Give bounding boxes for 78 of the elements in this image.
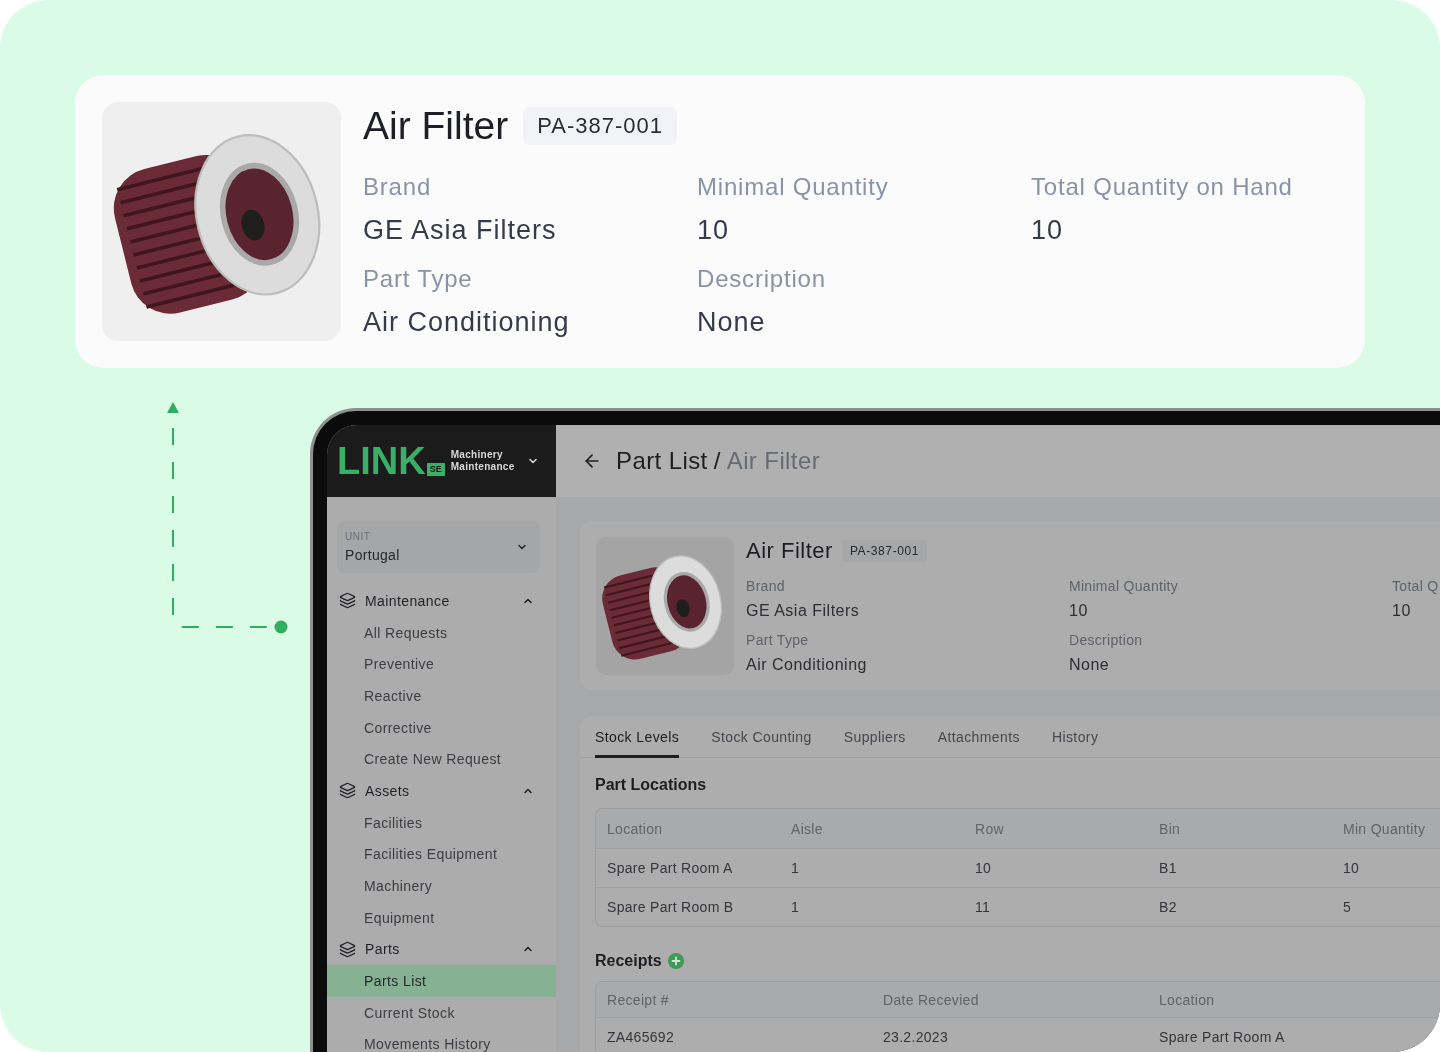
table-cell-text: Spare Part Room A [606, 860, 734, 876]
nav-item[interactable]: All Requests [327, 616, 556, 649]
table-cell-text: 10 [974, 860, 993, 876]
breadcrumb-current: Air Filter [726, 447, 821, 475]
field-value: 10 [1031, 214, 1065, 247]
field-value: Air Conditioning [363, 306, 571, 339]
nav-item[interactable]: Corrective [327, 711, 556, 744]
field-value: Air Conditioning [746, 655, 868, 675]
table-cell-text: 5 [1342, 899, 1353, 915]
section-title: Receipts [595, 951, 662, 971]
tab[interactable]: Stock Levels [595, 716, 680, 758]
field-label: Brand [746, 577, 786, 595]
column-header: Min Quantity [1342, 820, 1427, 837]
part-code-badge: PA-387-001 [841, 540, 928, 562]
column-header: Location [1158, 991, 1216, 1008]
nav-item[interactable]: Create New Request [327, 743, 556, 776]
layers-icon [339, 782, 356, 800]
field-label: Description [1069, 631, 1144, 649]
field-label: Description [697, 264, 827, 294]
field-label: Part Type [363, 264, 474, 294]
nav-item[interactable]: Parts List [327, 965, 556, 997]
field-label: Total Q [1392, 577, 1440, 595]
tab[interactable]: History [1051, 716, 1099, 758]
table-cell-text: Spare Part Room A [1158, 1029, 1286, 1045]
field-label: Brand [363, 172, 433, 202]
nav-item[interactable]: Reactive [327, 680, 556, 712]
column-header: Bin [1158, 820, 1182, 837]
part-title: Air Filter [363, 104, 509, 148]
field-value: GE Asia Filters [746, 601, 861, 621]
breadcrumb-separator: / [713, 447, 721, 475]
layers-icon [339, 940, 356, 958]
field-value: 10 [1069, 601, 1089, 621]
field-label: Minimal Quantity [1069, 577, 1180, 595]
field-label: Total Quantity on Hand [1031, 172, 1294, 202]
field-label: Part Type [746, 631, 810, 649]
column-header: Location [606, 820, 664, 837]
nav-group[interactable]: Parts [327, 933, 556, 966]
plus-circle-icon[interactable] [667, 953, 684, 969]
nav-item[interactable]: Facilities Equipment [327, 838, 556, 871]
nav-item[interactable]: Facilities [327, 806, 556, 839]
column-header: Aisle [790, 820, 824, 837]
logo-wordmark: LINK [337, 446, 426, 476]
column-header: Date Recevied [882, 991, 980, 1008]
field-value: GE Asia Filters [363, 214, 558, 247]
field-value: 10 [1392, 601, 1412, 621]
table-cell-text: Spare Part Room B [606, 899, 735, 915]
workspace-switcher[interactable]: Machinery Maintenance [450, 449, 539, 473]
field-value: 10 [697, 214, 731, 247]
field-value: None [1069, 655, 1111, 675]
nav-item[interactable]: Movements History [327, 1028, 556, 1052]
table-cell-text: 10 [1342, 860, 1361, 876]
table-cell-text: 11 [974, 899, 992, 915]
table-cell-text: ZA465692 [606, 1029, 675, 1045]
nav-item[interactable]: Machinery [327, 870, 556, 902]
table-cell-text: 1 [790, 899, 801, 915]
tab[interactable]: Attachments [937, 716, 1020, 758]
tab[interactable]: Stock Counting [711, 716, 812, 758]
logo-badge: SE [426, 463, 445, 476]
nav-item[interactable]: Equipment [327, 901, 556, 934]
table-cell-text: B1 [1158, 860, 1178, 876]
column-header: Receipt # [606, 991, 670, 1008]
table-cell-text: B2 [1158, 899, 1178, 915]
part-code-badge: PA-387-001 [523, 107, 677, 145]
section-title: Part Locations [595, 775, 707, 795]
unit-select[interactable]: UNIT Portugal [337, 521, 540, 573]
nav-item[interactable]: Preventive [327, 648, 556, 681]
field-label: Minimal Quantity [697, 172, 890, 202]
nav-group[interactable]: Maintenance [327, 585, 556, 617]
nav-item[interactable]: Current Stock [327, 996, 556, 1029]
column-header: Row [974, 820, 1005, 837]
table-cell-text: 1 [790, 860, 801, 876]
breadcrumb-link[interactable]: Part List [616, 447, 708, 475]
table-cell-text: 23.2.2023 [882, 1029, 949, 1045]
part-title: Air Filter [746, 537, 833, 565]
layers-icon [339, 592, 356, 610]
nav-group[interactable]: Assets [327, 775, 556, 807]
field-value: None [697, 306, 767, 339]
tab[interactable]: Suppliers [843, 716, 906, 758]
